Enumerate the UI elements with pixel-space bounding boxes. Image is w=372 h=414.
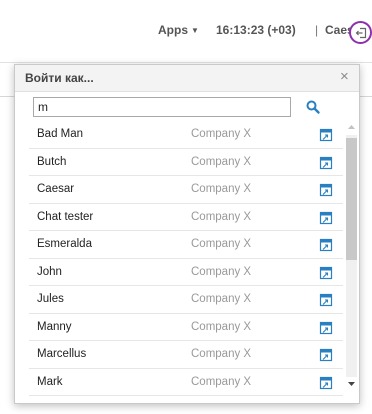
background-divider: [359, 96, 372, 97]
user-company: Company X: [191, 320, 252, 333]
login-as-icon[interactable]: [319, 293, 333, 307]
scrollbar[interactable]: [345, 121, 358, 393]
login-as-icon[interactable]: [319, 183, 333, 197]
user-company: Company X: [191, 348, 252, 360]
user-company: Company X: [191, 375, 252, 388]
user-company: Company X: [191, 128, 252, 140]
login-as-dialog: Войти как... × Bad Man Company X Butch C…: [14, 64, 360, 404]
list-item: Bad Man Company X: [29, 121, 343, 149]
list-item: Mark Company X: [29, 369, 343, 396]
user-name: Butch: [37, 155, 67, 168]
login-as-icon[interactable]: [319, 348, 333, 362]
list-item: Esmeralda Company X: [29, 231, 343, 259]
user-company: Company X: [191, 155, 252, 168]
list-item: Caesar Company X: [29, 176, 343, 204]
search-input[interactable]: [33, 97, 291, 117]
login-as-icon[interactable]: [319, 211, 333, 225]
clock: 16:13:23 (+03): [216, 23, 296, 37]
separator: |: [315, 23, 319, 37]
background-divider: [0, 96, 14, 97]
user-company: Company X: [191, 293, 252, 305]
user-name: Chat tester: [37, 210, 94, 223]
user-name: Bad Man: [37, 128, 84, 140]
user-company: Company X: [191, 265, 252, 278]
user-company: Company X: [191, 238, 252, 250]
login-as-icon[interactable]: [319, 156, 333, 170]
dialog-title: Войти как...: [25, 71, 94, 85]
user-name: Esmeralda: [37, 238, 92, 250]
login-as-icon[interactable]: [319, 321, 333, 335]
caret-down-icon: ▼: [191, 26, 199, 35]
scroll-down-arrow-icon[interactable]: [345, 380, 358, 388]
login-as-icon[interactable]: [319, 266, 333, 280]
list-item: Chat tester Company X: [29, 204, 343, 231]
list-item: Manny Company X: [29, 314, 343, 341]
user-name: John: [37, 265, 62, 278]
list-item: John Company X: [29, 259, 343, 286]
scroll-thumb[interactable]: [346, 138, 357, 260]
user-company: Company X: [191, 183, 252, 195]
login-as-button[interactable]: [349, 21, 372, 44]
login-as-icon[interactable]: [319, 238, 333, 252]
user-name: Manny: [37, 320, 72, 333]
search-icon[interactable]: [305, 99, 321, 115]
top-navbar: Apps ▼ 16:13:23 (+03) | Caesar: [0, 0, 372, 63]
apps-label: Apps: [158, 23, 188, 37]
close-icon[interactable]: ×: [340, 68, 349, 85]
dialog-header: Войти как... ×: [15, 65, 359, 92]
scroll-up-arrow-icon[interactable]: [345, 123, 358, 131]
login-as-icon[interactable]: [319, 128, 333, 142]
list-item: Marcellus Company X: [29, 341, 343, 369]
login-as-icon[interactable]: [319, 376, 333, 390]
apps-menu[interactable]: Apps ▼: [158, 23, 199, 37]
list-item: Butch Company X: [29, 149, 343, 176]
user-name: Marcellus: [37, 348, 87, 360]
user-list: Bad Man Company X Butch Company X Caesar…: [29, 121, 343, 403]
user-name: Jules: [37, 293, 64, 305]
logout-icon: [355, 27, 366, 38]
user-name: Mark: [37, 375, 63, 388]
user-company: Company X: [191, 210, 252, 223]
list-item: Jules Company X: [29, 286, 343, 314]
user-name: Caesar: [37, 183, 75, 195]
